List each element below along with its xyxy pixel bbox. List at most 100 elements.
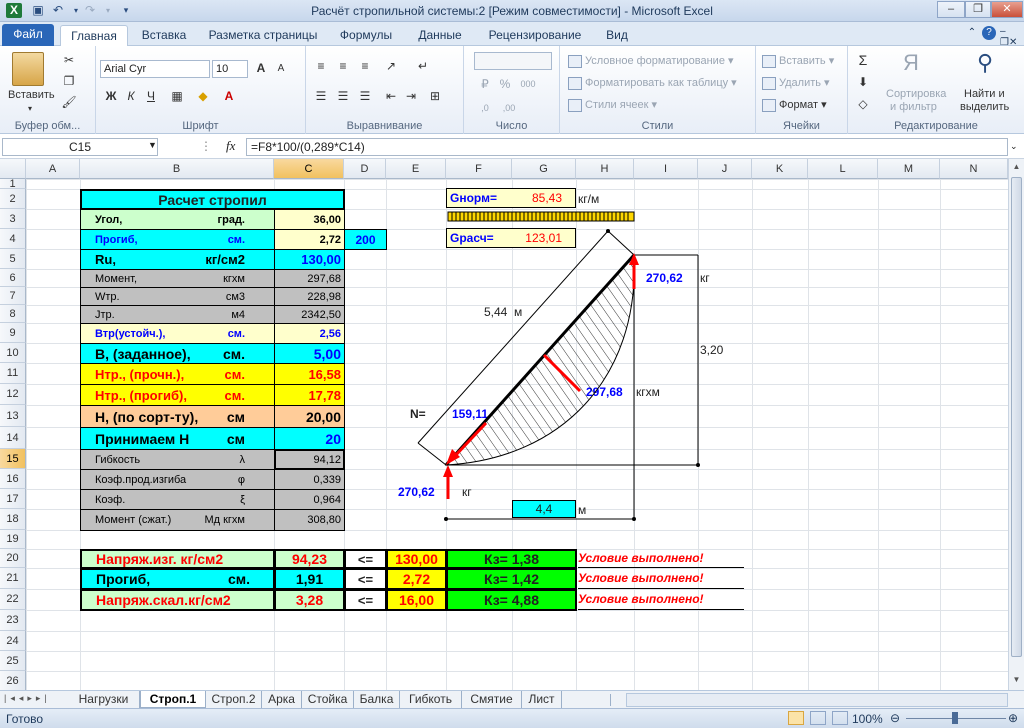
format-as-table-icon: [568, 76, 582, 90]
font-name-select[interactable]: Arial Cyr: [100, 60, 210, 78]
sheet-tab-7[interactable]: Гибкоть: [400, 691, 462, 708]
sheet-tab-3[interactable]: Строп.2: [206, 691, 262, 708]
find-select-label-2[interactable]: выделить: [960, 101, 1009, 113]
percent-button[interactable]: %: [496, 76, 514, 93]
shrink-font-icon[interactable]: A: [272, 60, 290, 77]
zoom-out-icon[interactable]: ⊖: [890, 711, 900, 725]
align-center-icon[interactable]: ☰: [334, 88, 352, 105]
borders-icon[interactable]: ▦: [168, 88, 186, 105]
group-clipboard: Вставить ▾ ✂ ❐ 🖌 Буфер обм...: [0, 46, 96, 134]
align-middle-icon[interactable]: ≡: [334, 58, 352, 75]
close-button[interactable]: ✕: [991, 1, 1023, 18]
align-bottom-icon[interactable]: ≡: [356, 58, 374, 75]
delete-cells-label: Удалить: [779, 77, 821, 89]
tab-split-handle[interactable]: [610, 694, 624, 706]
fill-icon[interactable]: ⬇: [854, 74, 872, 91]
sheet-tab-9[interactable]: Лист: [522, 691, 562, 708]
sheet-tabs-bar: |◂◂▸▸| Нагрузки Строп.1 Строп.2 Арка Стойка Б…: [0, 690, 1024, 708]
formula-expand-icon[interactable]: ⌄: [1010, 141, 1018, 152]
zoom-in-icon[interactable]: ⊕: [1008, 711, 1018, 725]
tab-review[interactable]: Рецензирование: [480, 25, 590, 46]
autosum-button[interactable]: Σ: [854, 52, 872, 69]
thousands-button[interactable]: 000: [516, 76, 540, 93]
align-top-icon[interactable]: ≡: [312, 58, 330, 75]
decrease-indent-icon[interactable]: ⇤: [382, 88, 400, 105]
increase-decimal-icon[interactable]: ,0: [476, 100, 494, 117]
sheet-tab-1[interactable]: Нагрузки: [68, 691, 140, 708]
find-select-icon[interactable]: ⚲: [970, 50, 1000, 80]
formula-input[interactable]: =F8*100/(0,289*C14): [246, 138, 1008, 156]
insert-cells-button[interactable]: Вставить ▾: [762, 54, 834, 68]
format-cells-label: Формат: [779, 99, 819, 111]
underline-button[interactable]: Ч: [142, 88, 160, 105]
number-format-select[interactable]: [474, 52, 552, 70]
bold-button[interactable]: Ж: [102, 88, 120, 105]
font-size-select[interactable]: 10: [212, 60, 248, 78]
clear-icon[interactable]: ◇: [854, 96, 872, 113]
align-left-icon[interactable]: ☰: [312, 88, 330, 105]
sheet-tab-6[interactable]: Балка: [354, 691, 400, 708]
wrap-text-icon[interactable]: ↵: [414, 58, 432, 75]
tab-file[interactable]: Файл: [2, 24, 54, 46]
tab-page-layout[interactable]: Разметка страницы: [202, 25, 324, 46]
tab-formulas[interactable]: Формулы: [332, 25, 400, 46]
group-label-clipboard: Буфер обм...: [14, 120, 81, 132]
page-break-view-icon[interactable]: [832, 711, 848, 725]
scroll-thumb[interactable]: [1011, 177, 1022, 657]
restore-button[interactable]: ❐: [965, 1, 991, 18]
horizontal-scrollbar[interactable]: [626, 693, 1008, 707]
ribbon-minimize-icon[interactable]: ⌃: [965, 27, 979, 41]
insert-function-button[interactable]: fx: [226, 138, 235, 154]
copy-icon[interactable]: ❐: [60, 73, 78, 90]
group-label-styles: Стили: [641, 120, 674, 132]
workbook-window-controls[interactable]: –❐✕: [1000, 26, 1020, 48]
merge-cells-icon[interactable]: ⊞: [426, 88, 444, 105]
name-box[interactable]: C15: [2, 138, 158, 156]
conditional-formatting-button[interactable]: Условное форматирование ▾: [568, 54, 734, 68]
sheet-nav-icons[interactable]: |◂◂▸▸|: [4, 693, 51, 704]
sort-filter-label-2[interactable]: и фильтр: [890, 101, 937, 113]
minimize-button[interactable]: –: [937, 1, 965, 18]
spreadsheet-grid[interactable]: ABCDEFGHIJKLMN 1 2 3 4 5 6 7 8 9 10 11 12 13 14 15 16 17…: [0, 159, 1008, 690]
zoom-slider-thumb[interactable]: [952, 712, 958, 724]
group-font: Arial Cyr 10 A A Ж К Ч ▦ ◆ A Шрифт: [96, 46, 306, 134]
tab-view[interactable]: Вид: [598, 25, 636, 46]
cut-icon[interactable]: ✂: [60, 52, 78, 69]
cell-styles-button[interactable]: Стили ячеек ▾: [568, 98, 657, 112]
normal-view-icon[interactable]: [788, 711, 804, 725]
sheet-tab-4[interactable]: Арка: [262, 691, 302, 708]
format-cells-button[interactable]: Формат ▾: [762, 98, 827, 112]
font-color-icon[interactable]: A: [220, 88, 238, 105]
grow-font-icon[interactable]: A: [252, 60, 270, 77]
fill-color-icon[interactable]: ◆: [194, 88, 212, 105]
help-icon[interactable]: ?: [982, 26, 996, 40]
sort-filter-icon[interactable]: Я: [896, 50, 926, 80]
delete-cells-button[interactable]: Удалить ▾: [762, 76, 830, 90]
format-painter-icon[interactable]: 🖌: [60, 94, 78, 111]
sheet-tab-8[interactable]: Смятие: [462, 691, 522, 708]
orientation-icon[interactable]: ↗: [382, 58, 400, 75]
italic-button[interactable]: К: [122, 88, 140, 105]
decrease-decimal-icon[interactable]: ,00: [500, 100, 518, 117]
tab-home[interactable]: Главная: [60, 25, 128, 46]
paste-icon[interactable]: [12, 52, 44, 86]
sort-filter-label-1[interactable]: Сортировка: [886, 88, 946, 100]
tab-insert[interactable]: Вставка: [134, 25, 194, 46]
zoom-level[interactable]: 100%: [852, 712, 883, 726]
scroll-up-icon[interactable]: ▲: [1010, 160, 1023, 174]
sheet-tab-2[interactable]: Строп.1: [140, 691, 206, 708]
format-as-table-button[interactable]: Форматировать как таблицу ▾: [568, 76, 737, 90]
align-right-icon[interactable]: ☰: [356, 88, 374, 105]
page-layout-view-icon[interactable]: [810, 711, 826, 725]
vertical-scrollbar[interactable]: ▲ ▼: [1008, 159, 1024, 690]
name-box-dropdown-icon[interactable]: ▼: [148, 140, 157, 150]
paste-button[interactable]: Вставить: [8, 89, 55, 101]
tab-data[interactable]: Данные: [408, 25, 472, 46]
increase-indent-icon[interactable]: ⇥: [402, 88, 420, 105]
sheet-tab-5[interactable]: Стойка: [302, 691, 354, 708]
paste-dropdown-icon[interactable]: ▾: [28, 104, 32, 113]
currency-icon[interactable]: ₽: [476, 76, 494, 93]
group-styles: Условное форматирование ▾ Форматировать …: [560, 46, 756, 134]
find-select-label-1[interactable]: Найти и: [964, 88, 1005, 100]
scroll-down-icon[interactable]: ▼: [1010, 673, 1023, 687]
